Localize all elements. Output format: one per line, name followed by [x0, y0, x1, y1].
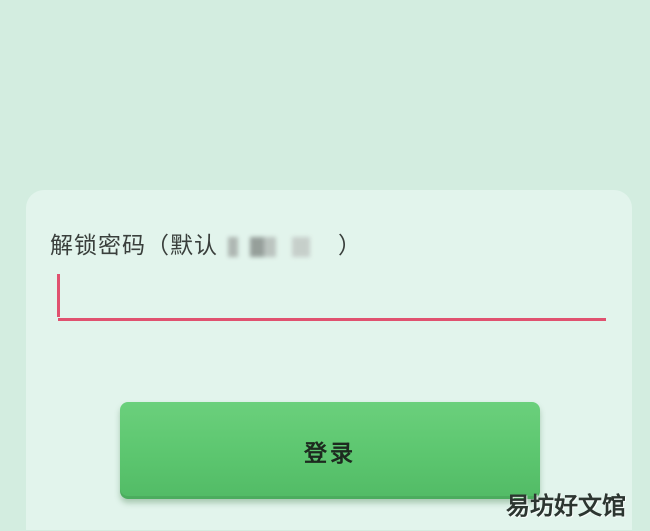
text-cursor [57, 274, 60, 317]
password-label-close: ） [338, 233, 362, 259]
login-button[interactable]: 登录 [120, 402, 540, 499]
password-input[interactable] [58, 272, 606, 321]
masked-default-password [218, 236, 338, 257]
password-field-label: 解锁密码（默认 ） [50, 226, 362, 260]
password-label-text: 解锁密码（默认 [50, 233, 218, 259]
